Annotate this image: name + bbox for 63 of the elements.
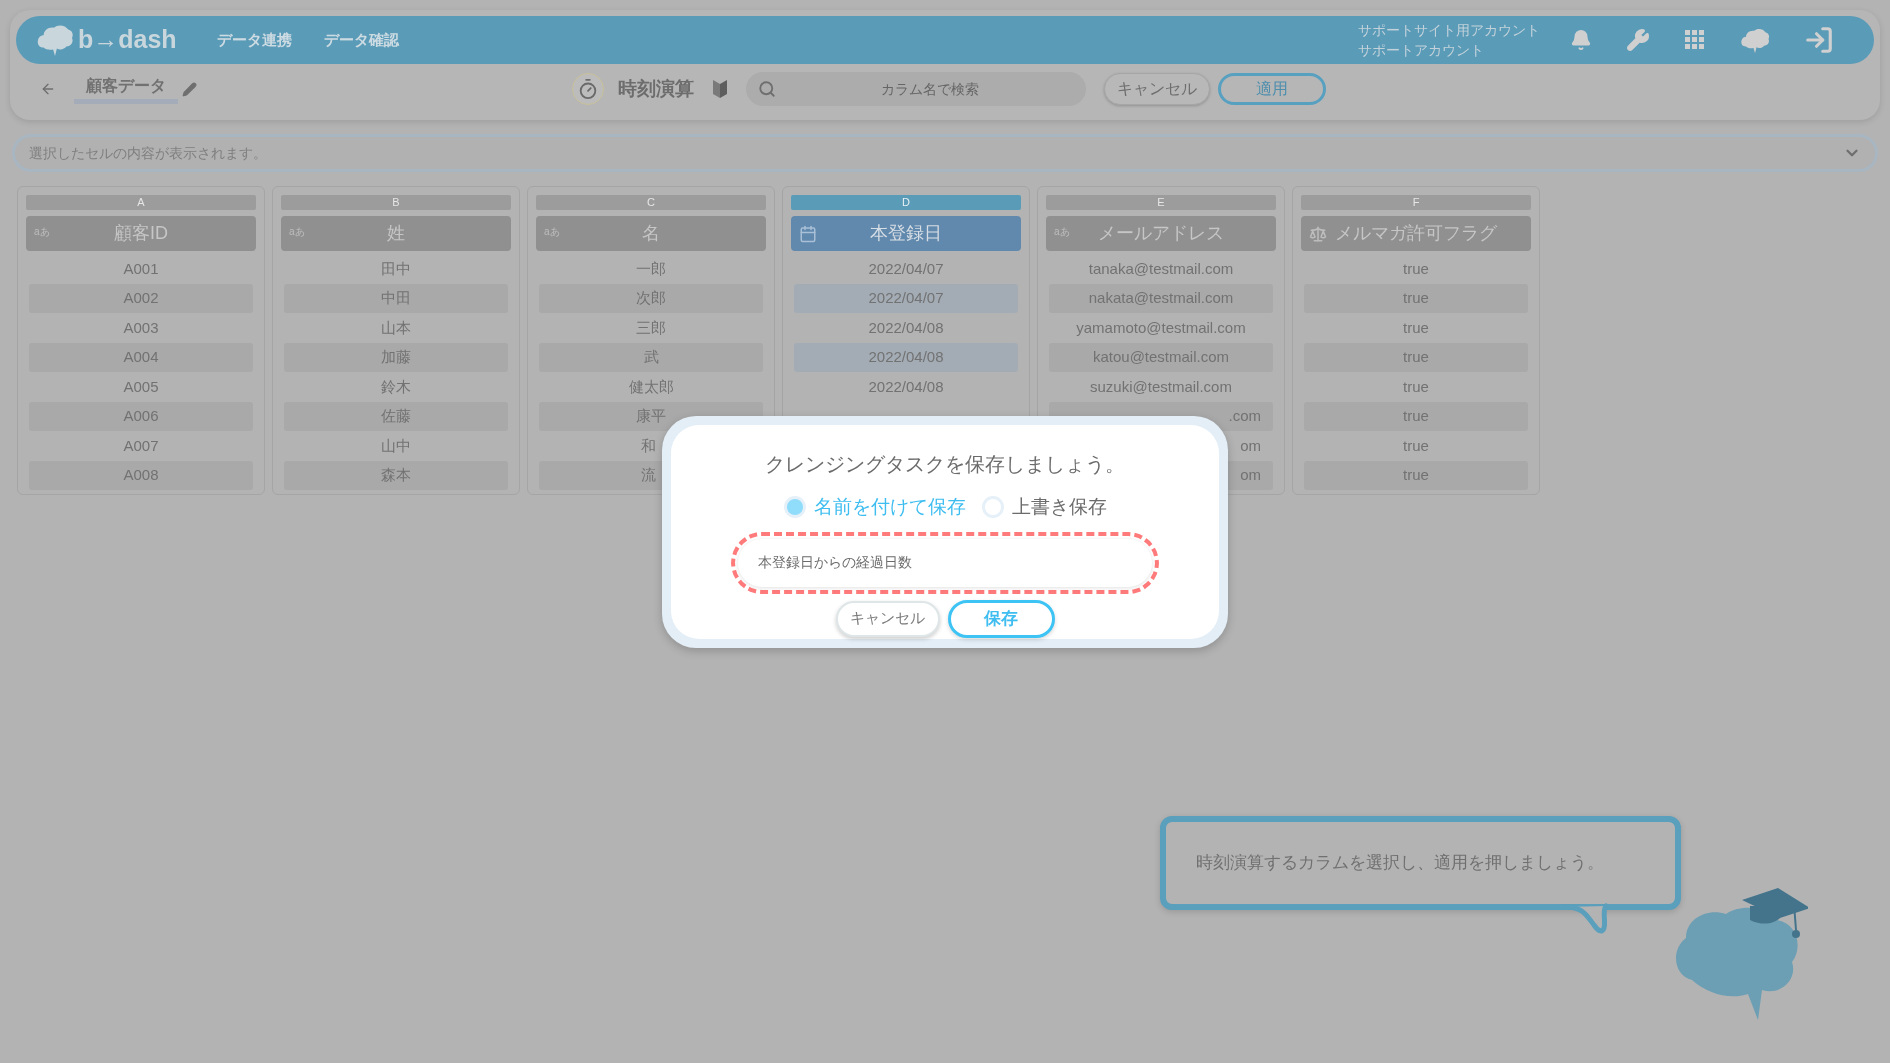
beginner-mark-icon: [712, 79, 728, 99]
dataset-name[interactable]: 顧客データ: [74, 74, 178, 104]
table-cell-text: suzuki@testmail.com: [1089, 376, 1233, 397]
wrench-icon[interactable]: [1626, 28, 1650, 52]
table-cell: 2022/04/07: [794, 283, 1018, 313]
table-cell-text: yamamoto@testmail.com: [1075, 317, 1247, 338]
column-letter[interactable]: A: [26, 195, 256, 210]
bell-icon[interactable]: [1570, 29, 1592, 51]
table-cell-text: 田中: [380, 258, 412, 279]
table-cell-text: true: [1402, 317, 1430, 338]
nav-link[interactable]: データ確認: [323, 28, 399, 52]
search-field[interactable]: カラム名で検索: [746, 72, 1086, 106]
name-field-highlight[interactable]: 本登録日からの経過日数: [731, 531, 1159, 594]
cancel-button[interactable]: キャンセル: [1104, 73, 1210, 105]
table-cell-text: A005: [122, 376, 160, 397]
table-cell-text: true: [1402, 435, 1430, 456]
account-name: サポートサイト用アカウント: [1358, 21, 1540, 40]
table-cell-text: 2022/04/07: [867, 258, 945, 279]
table-cell-text: A001: [122, 258, 160, 279]
table-cell-text: 山本: [380, 317, 412, 338]
radio-label[interactable]: 名前を付けて保存: [813, 493, 966, 522]
column-header[interactable]: 本登録日: [791, 216, 1021, 251]
radio-label[interactable]: 上書き保存: [1011, 493, 1107, 522]
nav-link[interactable]: データ連携: [216, 28, 292, 52]
search-input[interactable]: カラム名で検索: [786, 78, 1074, 100]
pencil-icon[interactable]: [182, 81, 197, 97]
column-letter[interactable]: E: [1046, 195, 1276, 210]
calendar-icon: [799, 225, 817, 243]
table-cell-text: om: [1239, 435, 1262, 456]
table-cell-text: 鈴木: [380, 376, 412, 397]
column-letter[interactable]: D: [791, 195, 1021, 210]
table-cell: 2022/04/08: [794, 342, 1018, 372]
table-cell-text: 三郎: [635, 317, 667, 338]
grid-icon[interactable]: [1684, 29, 1706, 51]
login-icon[interactable]: [1804, 25, 1834, 55]
radio-button[interactable]: [981, 496, 1004, 519]
column-letter[interactable]: F: [1301, 195, 1531, 210]
stopwatch-icon: [572, 73, 604, 105]
table-cell-text: tanaka@testmail.com: [1087, 258, 1235, 279]
table-cell-text: 健太郎: [627, 376, 675, 397]
search-icon: [758, 80, 776, 98]
cloud-icon: [1740, 26, 1770, 54]
table-cell-text: true: [1402, 376, 1430, 397]
dialog-cancel-button[interactable]: キャンセル: [835, 600, 940, 637]
cloud-logo-icon: [36, 23, 74, 57]
radio-button[interactable]: [783, 496, 806, 519]
scale-icon: [1309, 225, 1327, 243]
table-cell-text: A003: [122, 317, 160, 338]
table-cell-text: 和: [640, 435, 657, 456]
task-name-field[interactable]: 本登録日からの経過日数: [738, 538, 1152, 587]
table-cell-text: 2022/04/08: [867, 317, 945, 338]
mode-title: 時刻演算: [618, 76, 694, 101]
logo-text: b→dash: [78, 24, 177, 56]
column-letter[interactable]: C: [536, 195, 766, 210]
apply-button[interactable]: 適用: [1218, 73, 1326, 105]
save-button[interactable]: 保存: [947, 599, 1055, 638]
column-letter[interactable]: B: [281, 195, 511, 210]
account-name: サポートアカウント: [1358, 41, 1485, 60]
table-cell-text: 2022/04/08: [867, 376, 945, 397]
table-cell-text: true: [1402, 258, 1430, 279]
guide-message: 時刻演算するカラムを選択し、適用を押しましょう。: [1196, 852, 1604, 875]
table-cell-text: 山中: [380, 435, 412, 456]
table-cell-text: A007: [122, 435, 160, 456]
